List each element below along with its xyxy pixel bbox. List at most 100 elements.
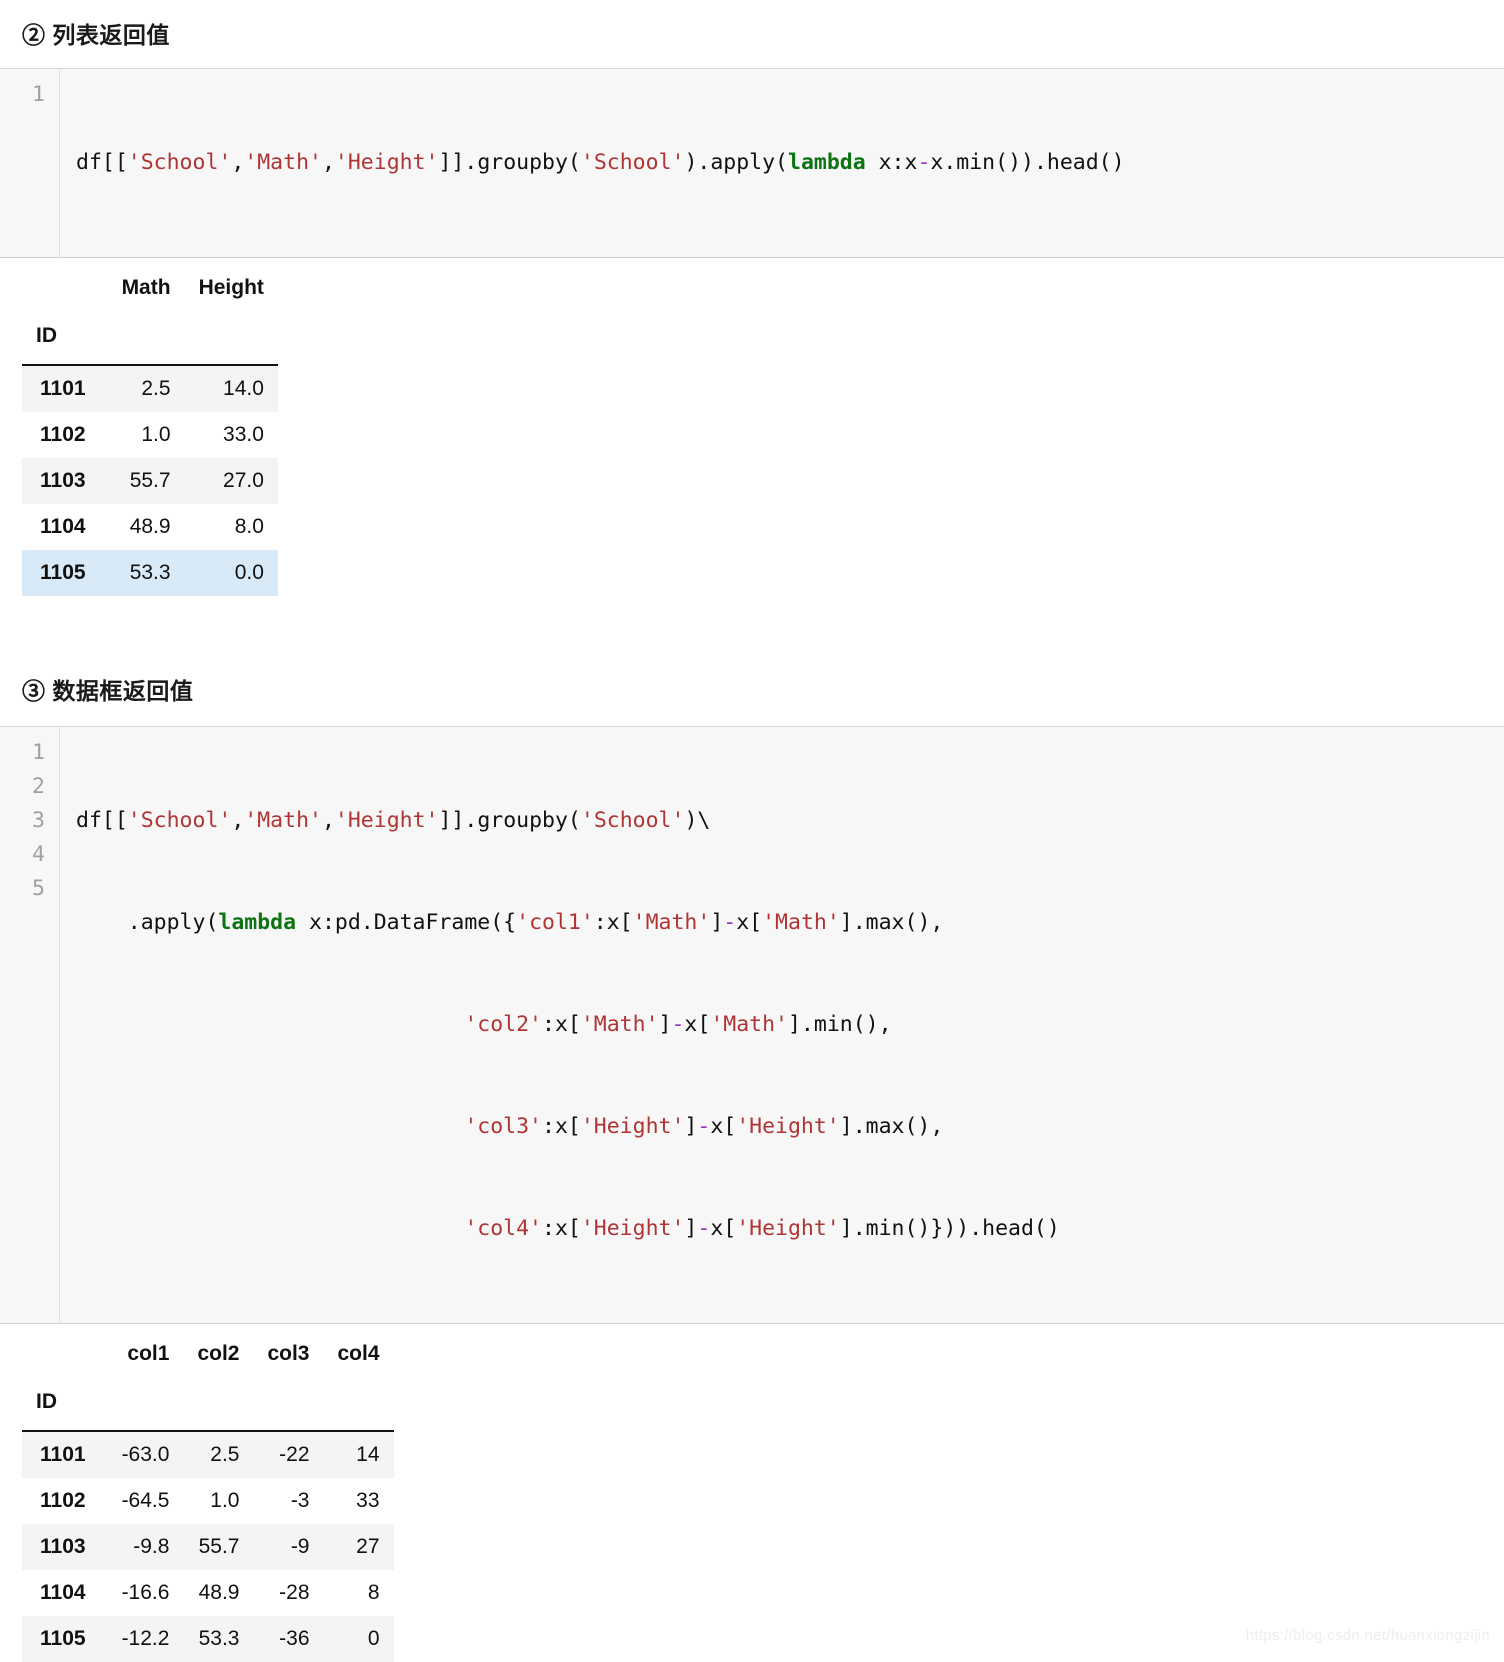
table-corner-cell [22, 1338, 108, 1376]
code-line: 'col3':x['Height']-x['Height'].max(), [76, 1110, 1504, 1144]
column-header: Height [198, 276, 264, 299]
code-token-str: 'Height' [580, 1216, 685, 1241]
code-token-plain: x[ [710, 1114, 737, 1139]
table-cell: 53.3 [198, 1627, 240, 1650]
code-token-plain: :x[ [593, 910, 633, 935]
table-row: 1102 1.0 33.0 [22, 412, 278, 458]
row-index-cell: 1102 [40, 423, 86, 446]
code-token-plain: ]].groupby( [438, 150, 581, 175]
code-line: df[['School','Math','Height']].groupby('… [76, 804, 1504, 838]
line-number: 3 [32, 808, 45, 833]
code-token-plain: , [321, 150, 335, 175]
code-token-plain: x:x [865, 150, 918, 175]
code-token-plain: ]].groupby( [438, 808, 581, 833]
table-cell: 8.0 [234, 515, 264, 538]
table-cell: 27.0 [223, 469, 264, 492]
code-content[interactable]: df[['School','Math','Height']].groupby('… [60, 69, 1504, 257]
table-cell: 8 [367, 1581, 380, 1604]
table-cell: -64.5 [121, 1489, 170, 1512]
table-cell: -22 [279, 1443, 310, 1466]
code-token-str: 'Math' [632, 910, 711, 935]
code-token-str: 'Math' [710, 1012, 788, 1037]
table-row: 1101 -63.0 2.5 -22 14 [22, 1431, 394, 1478]
code-token-str: 'Height' [736, 1216, 840, 1241]
table-corner-cell [22, 272, 108, 310]
code-token-plain: ] [658, 1012, 672, 1037]
code-token-kw: lambda [218, 910, 297, 935]
code-token-plain: ].min(), [787, 1012, 892, 1037]
code-content[interactable]: df[['School','Math','Height']].groupby('… [60, 727, 1504, 1323]
code-token-str: 'col3' [464, 1114, 542, 1139]
table-index-name-row: ID [22, 310, 278, 365]
code-line: .apply(lambda x:pd.DataFrame({'col1':x['… [76, 906, 1504, 940]
code-token-plain: ].max(), [839, 910, 944, 935]
code-token-op: - [697, 1114, 711, 1139]
table-cell: 14 [356, 1443, 380, 1466]
code-line: 'col2':x['Math']-x['Math'].min(), [76, 1008, 1504, 1042]
section-heading-dataframe-return: ③ 数据框返回值 [22, 678, 194, 704]
table-row: 1105 -12.2 53.3 -36 0 [22, 1616, 394, 1662]
index-row-filler [253, 1376, 323, 1431]
section-dataframe-return: ③ 数据框返回值 1 2 3 4 5 df[['School','Math','… [0, 658, 1504, 1662]
code-token-plain: , [231, 150, 245, 175]
table-cell: -28 [279, 1581, 310, 1604]
index-row-filler [108, 1376, 184, 1431]
row-index-cell: 1103 [40, 469, 86, 492]
line-number: 1 [32, 82, 45, 107]
table-cell: 33 [356, 1489, 380, 1512]
code-token-str: 'Height' [736, 1114, 840, 1139]
row-index-cell: 1101 [40, 377, 86, 400]
code-token-str: 'col2' [464, 1012, 542, 1037]
column-header: col4 [337, 1342, 380, 1365]
table-cell: 1.0 [141, 423, 171, 446]
index-name: ID [36, 1390, 57, 1413]
dataframe-table: Math Height ID 1101 2.5 14.0 1102 1.0 33.0 1103 55… [22, 272, 278, 596]
code-token-plain: ).apply( [684, 150, 788, 175]
table-cell: 14.0 [223, 377, 264, 400]
table-row: 1102 -64.5 1.0 -3 33 [22, 1478, 394, 1524]
code-block-dataframe-return[interactable]: 1 2 3 4 5 df[['School','Math','Height']]… [0, 726, 1504, 1324]
table-cell: 48.9 [129, 515, 171, 538]
code-token-str: 'School' [580, 808, 685, 833]
code-token-plain: x.min()).head() [930, 150, 1125, 175]
table-index-name-row: ID [22, 1376, 394, 1431]
code-token-plain: )\ [684, 808, 711, 833]
dataframe-output-list-return: Math Height ID 1101 2.5 14.0 1102 1.0 33.0 1103 55… [0, 258, 1504, 596]
index-row-filler [108, 310, 185, 365]
index-name: ID [36, 324, 57, 347]
code-token-str: 'School' [580, 150, 685, 175]
table-cell: 0.0 [234, 561, 264, 584]
code-token-str: 'Height' [334, 150, 439, 175]
table-cell: 2.5 [210, 1443, 240, 1466]
table-header-row: Math Height [22, 272, 278, 310]
code-token-str: 'Math' [244, 150, 322, 175]
watermark-text: https://blog.csdn.net/huanxiongzijin [1245, 1627, 1490, 1644]
code-token-str: 'Math' [244, 808, 322, 833]
column-header: Math [121, 276, 171, 299]
table-row: 1103 -9.8 55.7 -9 27 [22, 1524, 394, 1570]
table-cell: 55.7 [129, 469, 171, 492]
table-cell: 48.9 [198, 1581, 240, 1604]
code-token-str: 'Height' [334, 808, 439, 833]
row-index-cell: 1105 [40, 1627, 86, 1650]
row-index-cell: 1101 [40, 1443, 86, 1466]
row-index-cell: 1104 [40, 1581, 86, 1604]
section-list-return: ② 列表返回值 1 df[['School','Math','Height']]… [0, 0, 1504, 596]
table-cell: 2.5 [141, 377, 171, 400]
table-cell: 1.0 [210, 1489, 240, 1512]
table-cell: 33.0 [223, 423, 264, 446]
code-token-op: - [671, 1012, 685, 1037]
code-line: 'col4':x['Height']-x['Height'].min()})).… [76, 1212, 1504, 1246]
code-block-list-return[interactable]: 1 df[['School','Math','Height']].groupby… [0, 68, 1504, 258]
code-line: df[['School','Math','Height']].groupby('… [76, 146, 1504, 180]
code-token-op: - [917, 150, 931, 175]
code-token-op: - [697, 1216, 711, 1241]
code-token-plain: :x[ [542, 1114, 581, 1139]
code-token-str: 'School' [127, 808, 232, 833]
code-token-str: 'School' [127, 150, 232, 175]
table-cell: -3 [290, 1489, 310, 1512]
code-token-str: 'Math' [762, 910, 840, 935]
